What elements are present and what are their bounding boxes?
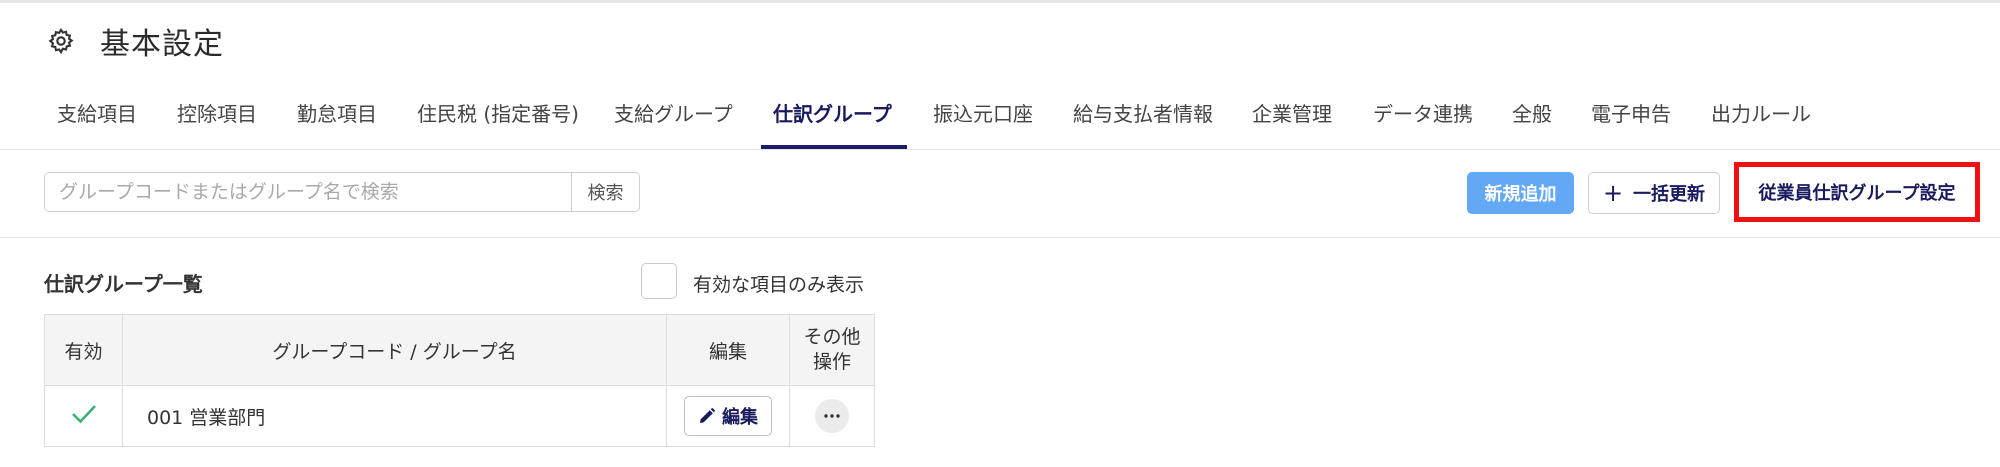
tab-output-rules[interactable]: 出力ルール xyxy=(1711,79,1811,147)
bulk-update-label: 一括更新 xyxy=(1633,184,1706,205)
column-header-code-name: グループコード / グループ名 xyxy=(122,314,667,386)
tab-e-filing[interactable]: 電子申告 xyxy=(1591,79,1671,147)
tab-payment-items[interactable]: 支給項目 xyxy=(57,79,137,147)
tab-payment-groups[interactable]: 支給グループ xyxy=(614,79,733,147)
plus-icon: + xyxy=(1602,179,1624,207)
active-only-checkbox[interactable] xyxy=(641,263,677,299)
column-header-enabled: 有効 xyxy=(44,314,123,386)
check-icon xyxy=(71,404,97,430)
column-header-other-line2: 操作 xyxy=(812,351,851,373)
search-input[interactable] xyxy=(44,172,572,212)
edit-cell: 編集 xyxy=(666,385,790,447)
journal-group-table: 有効 グループコード / グループ名 編集 その他 操作 001 営業部門 編集 xyxy=(44,314,875,447)
tab-deduction-items[interactable]: 控除項目 xyxy=(177,79,257,147)
top-border xyxy=(0,0,2000,3)
column-header-other-line1: その他 xyxy=(803,326,861,348)
employee-journal-group-settings-label: 従業員仕訳グループ設定 xyxy=(1758,183,1956,204)
employee-journal-group-settings-button[interactable]: 従業員仕訳グループ設定 xyxy=(1734,162,1980,222)
new-button[interactable]: 新規追加 xyxy=(1467,172,1574,214)
section-divider xyxy=(0,237,2000,238)
table-row: 001 営業部門 編集 xyxy=(44,385,875,447)
gear-icon xyxy=(46,26,76,56)
more-options-button[interactable] xyxy=(815,399,849,433)
row-edit-label: 編集 xyxy=(722,407,758,428)
list-title: 仕訳グループ一覧 xyxy=(44,272,203,296)
tab-journal-groups[interactable]: 仕訳グループ xyxy=(773,79,892,147)
page-header: 基本設定 xyxy=(46,18,224,64)
tab-payer-info[interactable]: 給与支払者情報 xyxy=(1073,79,1213,147)
page-title: 基本設定 xyxy=(100,27,224,62)
active-tab-indicator xyxy=(761,145,907,149)
other-actions-cell xyxy=(789,385,875,447)
column-header-edit: 編集 xyxy=(666,314,790,386)
tab-data-integration[interactable]: データ連携 xyxy=(1373,79,1473,147)
enabled-cell xyxy=(44,385,123,447)
row-edit-button[interactable]: 編集 xyxy=(684,396,772,436)
search-bar: 検索 xyxy=(44,172,640,212)
bulk-update-button[interactable]: + 一括更新 xyxy=(1588,172,1720,214)
search-button[interactable]: 検索 xyxy=(572,172,640,212)
tab-source-accounts[interactable]: 振込元口座 xyxy=(933,79,1033,147)
tab-resident-tax[interactable]: 住民税 (指定番号) xyxy=(417,79,579,147)
column-header-other: その他 操作 xyxy=(789,314,875,386)
tab-bar: 支給項目 控除項目 勤怠項目 住民税 (指定番号) 支給グループ 仕訳グループ … xyxy=(0,79,2000,150)
table-header-row: 有効 グループコード / グループ名 編集 その他 操作 xyxy=(44,314,875,386)
active-only-label[interactable]: 有効な項目のみ表示 xyxy=(693,270,864,297)
tab-general[interactable]: 全般 xyxy=(1512,79,1552,147)
code-name-cell: 001 営業部門 xyxy=(122,385,667,447)
pencil-icon xyxy=(700,407,716,423)
tab-company-management[interactable]: 企業管理 xyxy=(1252,79,1332,147)
more-horizontal-icon xyxy=(824,414,840,418)
tab-attendance-items[interactable]: 勤怠項目 xyxy=(297,79,377,147)
